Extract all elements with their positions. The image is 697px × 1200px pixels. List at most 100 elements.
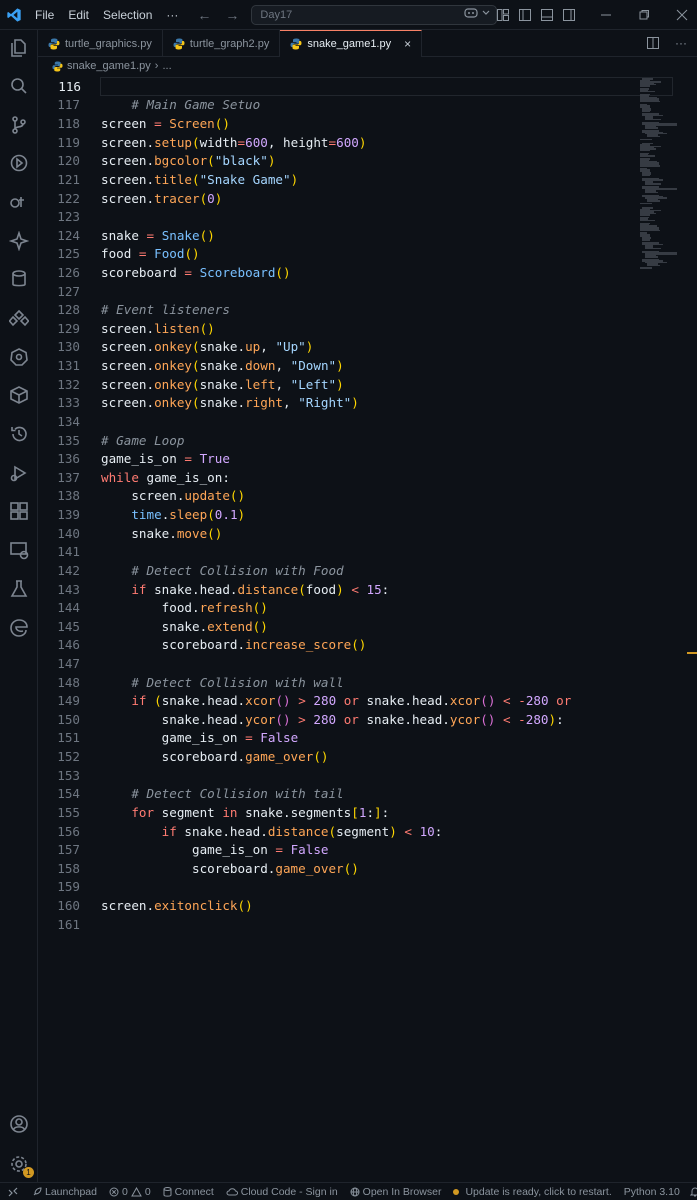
code-line[interactable]: 143 if snake.head.distance(food) < 15: [38, 580, 638, 599]
minimize-icon[interactable] [599, 9, 613, 21]
code-line[interactable]: 158 scoreboard.game_over() [38, 859, 638, 878]
minimap[interactable] [640, 77, 688, 287]
testing-icon[interactable] [7, 461, 31, 485]
notifications-item[interactable] [686, 1186, 697, 1197]
gitlens-icon[interactable] [7, 190, 31, 214]
tab-snake-game1[interactable]: snake_game1.py × [280, 30, 423, 57]
command-center-search[interactable]: Day17 [251, 4, 497, 25]
manage-gear-icon[interactable]: 1 [7, 1152, 34, 1178]
code-line[interactable]: 120 screen.bgcolor("black") [38, 151, 638, 170]
forward-arrow-icon[interactable]: → [225, 7, 239, 23]
source-control-icon[interactable] [7, 113, 31, 137]
vscode-logo-icon[interactable] [0, 0, 28, 30]
code-line[interactable]: 138 screen.update() [38, 487, 638, 506]
code-line[interactable]: 150 snake.head.ycor() > 280 or snake.hea… [38, 710, 638, 729]
update-item[interactable]: Update is ready, click to restart. [447, 1186, 617, 1198]
split-editor-icon[interactable] [647, 37, 659, 49]
code-line[interactable]: 136 game_is_on = True [38, 449, 638, 468]
code-line[interactable]: 147 [38, 654, 638, 673]
code-line[interactable]: 129 screen.listen() [38, 319, 638, 338]
timeline-icon[interactable] [7, 422, 31, 446]
code-line[interactable]: 124 snake = Snake() [38, 226, 638, 245]
code-editor[interactable]: 116 117 # Main Game Setuo 118 screen = Scre… [38, 77, 673, 1181]
menu-edit[interactable]: Edit [61, 8, 96, 22]
package-icon[interactable] [7, 383, 31, 407]
code-line[interactable]: 117 # Main Game Setuo [38, 96, 638, 115]
remote-icon[interactable] [7, 538, 31, 562]
code-line[interactable]: 126 scoreboard = Scoreboard() [38, 263, 638, 282]
restore-icon[interactable] [637, 9, 651, 21]
copilot-chat-icon[interactable] [464, 7, 490, 19]
code-line[interactable]: 130 screen.onkey(snake.up, "Up") [38, 338, 638, 357]
close-tab-icon[interactable]: × [404, 37, 411, 51]
extensions-icon[interactable] [7, 306, 31, 330]
code-line[interactable]: 154 # Detect Collision with tail [38, 785, 638, 804]
code-line[interactable]: 159 [38, 878, 638, 897]
edge-icon[interactable] [7, 616, 31, 640]
code-line[interactable]: 121 screen.title("Snake Game") [38, 170, 638, 189]
code-line[interactable]: 122 screen.tracer(0) [38, 189, 638, 208]
remote-indicator[interactable] [0, 1187, 26, 1197]
code-line[interactable]: 142 # Detect Collision with Food [38, 561, 638, 580]
code-line[interactable]: 128 # Event listeners [38, 300, 638, 319]
menu-more[interactable]: ··· [159, 8, 185, 22]
code-line[interactable]: 145 snake.extend() [38, 617, 638, 636]
layout-icon[interactable] [497, 8, 509, 21]
open-in-browser-item[interactable]: Open In Browser [344, 1186, 448, 1198]
code-line[interactable]: 151 game_is_on = False [38, 729, 638, 748]
code-line[interactable]: 146 scoreboard.increase_score() [38, 636, 638, 655]
flask-icon[interactable] [7, 577, 31, 601]
code-line[interactable]: 131 screen.onkey(snake.down, "Down") [38, 356, 638, 375]
python-version-item[interactable]: Python 3.10 [618, 1186, 686, 1198]
code-line[interactable]: 118 screen = Screen() [38, 114, 638, 133]
code-line[interactable]: 161 [38, 915, 638, 934]
tab-turtle-graph2[interactable]: turtle_graph2.py [163, 30, 281, 57]
code-line[interactable]: 156 if snake.head.distance(segment) < 10… [38, 822, 638, 841]
code-line[interactable]: 123 [38, 207, 638, 226]
code-line[interactable]: 140 snake.move() [38, 524, 638, 543]
more-actions-icon[interactable]: ··· [675, 36, 687, 50]
search-icon[interactable] [7, 74, 31, 98]
code-line[interactable]: 127 [38, 282, 638, 301]
code-line[interactable]: 135 # Game Loop [38, 431, 638, 450]
code-line[interactable]: 157 game_is_on = False [38, 840, 638, 859]
copilot-icon[interactable] [7, 229, 31, 253]
code-line[interactable]: 139 time.sleep(0.1) [38, 505, 638, 524]
code-line[interactable]: 137 while game_is_on: [38, 468, 638, 487]
database-icon[interactable] [7, 267, 31, 291]
code-line[interactable]: 149 if (snake.head.xcor() > 280 or snake… [38, 691, 638, 710]
code-line[interactable]: 153 [38, 766, 638, 785]
cloud-code-item[interactable]: Cloud Code - Sign in [220, 1186, 344, 1198]
code-line[interactable]: 160 screen.exitonclick() [38, 896, 638, 915]
code-line[interactable]: 155 for segment in snake.segments[1:]: [38, 803, 638, 822]
code-line[interactable]: 141 [38, 543, 638, 562]
remote-explorer-icon[interactable] [7, 499, 31, 523]
toggle-secondary-sidebar-icon[interactable] [563, 8, 575, 21]
back-arrow-icon[interactable]: ← [197, 7, 211, 23]
breadcrumb-file[interactable]: snake_game1.py [67, 60, 151, 72]
launchpad-item[interactable]: Launchpad [26, 1186, 103, 1198]
connect-item[interactable]: Connect [157, 1186, 220, 1198]
tab-turtle-graphics[interactable]: turtle_graphics.py [38, 30, 163, 57]
code-line[interactable]: 133 screen.onkey(snake.right, "Right") [38, 394, 638, 413]
run-debug-icon[interactable] [7, 151, 31, 175]
breadcrumb-symbol[interactable]: ... [162, 60, 171, 72]
toggle-primary-sidebar-icon[interactable] [519, 8, 531, 21]
toggle-panel-icon[interactable] [541, 8, 553, 21]
menu-selection[interactable]: Selection [96, 8, 159, 22]
account-icon[interactable] [7, 1112, 31, 1136]
kubernetes-icon[interactable] [7, 345, 31, 369]
code-line[interactable]: 119 screen.setup(width=600, height=600) [38, 133, 638, 152]
title-bar: File Edit Selection ··· ← → Day17 [0, 0, 697, 30]
problems-item[interactable]: 0 0 [103, 1186, 157, 1198]
code-line[interactable]: 152 scoreboard.game_over() [38, 747, 638, 766]
explorer-icon[interactable] [7, 36, 31, 60]
code-line[interactable]: 132 screen.onkey(snake.left, "Left") [38, 375, 638, 394]
close-window-icon[interactable] [675, 9, 689, 21]
menu-file[interactable]: File [28, 8, 61, 22]
code-line[interactable]: 144 food.refresh() [38, 598, 638, 617]
code-line[interactable]: 134 [38, 412, 638, 431]
code-line[interactable]: 148 # Detect Collision with wall [38, 673, 638, 692]
code-line[interactable]: 116 [58, 77, 673, 96]
code-line[interactable]: 125 food = Food() [38, 245, 638, 264]
